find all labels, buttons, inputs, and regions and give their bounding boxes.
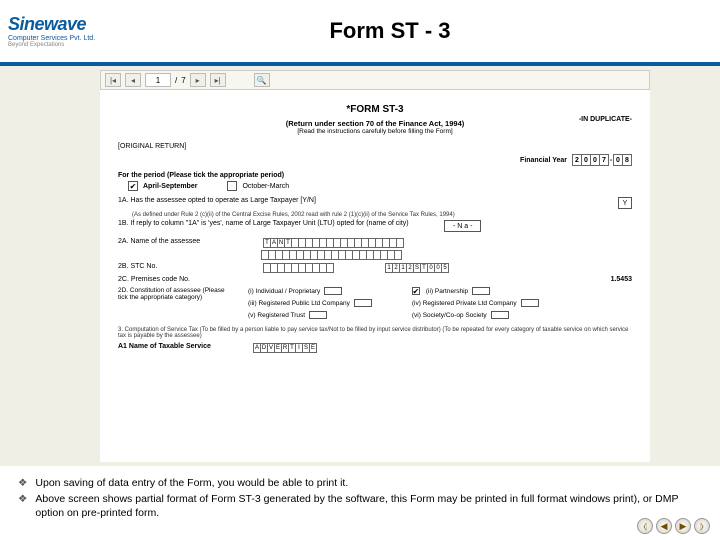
q1a-label: 1A. Has the assessee opted to operate as…	[118, 197, 316, 204]
q2a-cells-2	[262, 250, 632, 260]
q2c-value: 1.5453	[611, 276, 632, 283]
q2a-label: 2A. Name of the assessee	[118, 238, 248, 245]
c-ii-check[interactable]: ✔	[412, 287, 420, 295]
original-return-label: [ORIGINAL RETURN]	[118, 143, 632, 150]
a1-row: A1 Name of Taxable Service ADVERTISE	[118, 343, 632, 353]
c-v-label: (v) Registered Trust	[248, 312, 305, 319]
page-sep: /	[175, 76, 177, 85]
viewer-toolbar: |◂ ◂ / 7 ▸ ▸| 🔍	[100, 70, 650, 90]
nav-first-button[interactable]: ⦉	[637, 518, 653, 534]
prev-page-button[interactable]: ◂	[125, 73, 141, 87]
q2a-cells: T A N T	[264, 238, 404, 248]
period-b-label: October-March	[242, 183, 289, 190]
c-iv-label: (iv) Registered Private Ltd Company	[412, 300, 517, 307]
period-a-label: April-September	[143, 183, 197, 190]
page-total: 7	[181, 76, 185, 85]
form-heading: *FORM ST-3	[118, 104, 632, 115]
a1-label: A1 Name of Taxable Service	[118, 343, 238, 350]
financial-year-row: Financial Year 2 0 0 7 - 0 8	[118, 154, 632, 166]
c-iii-box[interactable]	[354, 299, 372, 307]
form-subheading2: [Read the instructions carefully before …	[118, 128, 632, 135]
q2c-row: 2C. Premises code No. 1.5453	[118, 276, 632, 283]
footer-notes: ❖ Upon saving of data entry of the Form, …	[0, 466, 720, 533]
fy-cells: 2 0 0 7 - 0 8	[573, 154, 632, 166]
c-i-label: (i) Individual / Proprietary	[248, 288, 320, 295]
q2b-row: 2B. STC No. 1212ST005	[118, 263, 632, 273]
logo-brand: Sinewave	[8, 14, 128, 35]
logo: Sinewave Computer Services Pvt. Ltd. Bey…	[8, 14, 128, 48]
form-viewer: |◂ ◂ / 7 ▸ ▸| 🔍 *FORM ST-3 -IN DUPLICATE…	[0, 66, 720, 466]
form-page: *FORM ST-3 -IN DUPLICATE- (Return under …	[100, 90, 650, 462]
next-page-button[interactable]: ▸	[190, 73, 206, 87]
q2c-label: 2C. Premises code No.	[118, 276, 248, 283]
nav-next-button[interactable]: ▶	[675, 518, 691, 534]
page-title: Form ST - 3	[128, 18, 712, 44]
duplicate-label: -IN DUPLICATE-	[579, 116, 632, 123]
slide-nav: ⦉ ◀ ▶ ⦊	[637, 518, 710, 534]
q1b-label: 1B. If reply to column "1A" is 'yes', na…	[118, 220, 438, 227]
q1a-row: 1A. Has the assessee opted to operate as…	[118, 197, 632, 209]
a1-cells: ADVERTISE	[254, 343, 317, 353]
search-button[interactable]: 🔍	[254, 73, 270, 87]
slide-header: Sinewave Computer Services Pvt. Ltd. Bey…	[0, 0, 720, 64]
c-vi-box[interactable]	[491, 311, 509, 319]
c-iv-box[interactable]	[521, 299, 539, 307]
q2b-label: 2B. STC No.	[118, 263, 248, 270]
q2b-cells-right: 1212ST005	[386, 263, 449, 273]
q1a-value: Y	[618, 197, 632, 209]
q1b-value: - N a -	[444, 220, 481, 232]
q2d-label: 2D. Constitution of assessee (Please tic…	[118, 287, 228, 301]
c-ii-label: (ii) Partnership	[426, 288, 468, 295]
q2b-cells-left	[264, 263, 334, 273]
period-a-checkbox[interactable]: ✔	[128, 181, 138, 191]
c-i-box[interactable]	[324, 287, 342, 295]
logo-subtitle: Computer Services Pvt. Ltd.	[8, 35, 128, 42]
nav-prev-button[interactable]: ◀	[656, 518, 672, 534]
q1a-hint: (As defined under Rule 2 (c)(ii) of the …	[118, 212, 632, 218]
fy-label: Financial Year	[520, 157, 567, 164]
bullet-icon: ❖	[18, 476, 27, 490]
first-page-button[interactable]: |◂	[105, 73, 121, 87]
last-page-button[interactable]: ▸|	[210, 73, 226, 87]
c-v-box[interactable]	[309, 311, 327, 319]
q2a-row: 2A. Name of the assessee T A N T	[118, 238, 632, 248]
period-label: For the period (Please tick the appropri…	[118, 172, 632, 179]
c-vi-label: (vi) Society/Co-op Society	[412, 312, 487, 319]
page-current-input[interactable]	[145, 73, 171, 87]
q1b-row: 1B. If reply to column "1A" is 'yes', na…	[118, 220, 632, 232]
q2d-section: 2D. Constitution of assessee (Please tic…	[118, 287, 632, 319]
nav-last-button[interactable]: ⦊	[694, 518, 710, 534]
c-iii-label: (iii) Registered Public Ltd Company	[248, 300, 350, 307]
c-ii-box[interactable]	[472, 287, 490, 295]
bullet-icon: ❖	[18, 492, 27, 520]
footer-bullet-1: Upon saving of data entry of the Form, y…	[35, 476, 348, 490]
period-options: ✔ April-September October-March	[118, 181, 632, 191]
form-subheading1: (Return under section 70 of the Finance …	[118, 119, 632, 128]
period-b-checkbox[interactable]	[227, 181, 237, 191]
logo-tagline: Beyond Expectations	[8, 42, 128, 48]
fy-cell: 8	[622, 154, 632, 166]
footer-bullet-2: Above screen shows partial format of For…	[35, 492, 702, 520]
section3-label: 3. Computation of Service Tax (To be fil…	[118, 327, 632, 339]
